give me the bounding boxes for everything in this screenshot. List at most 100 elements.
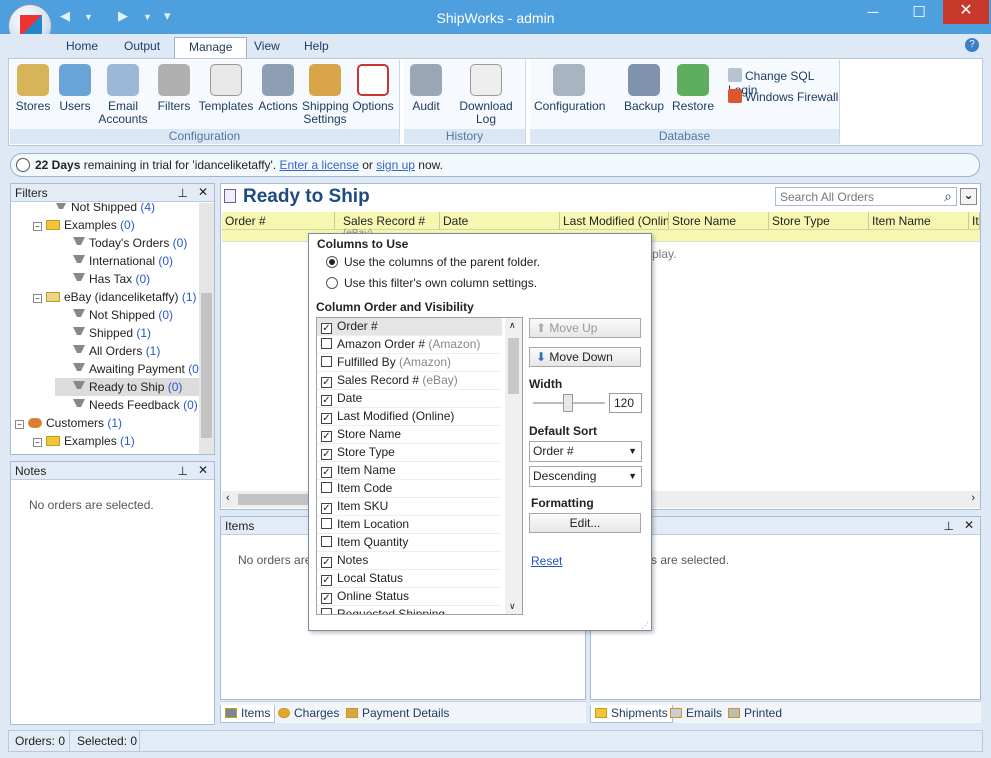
tab-shipments[interactable]: Shipments <box>590 705 673 723</box>
column-list-item[interactable]: Amazon Order # (Amazon) <box>317 336 502 354</box>
help-icon[interactable]: ? <box>965 38 979 52</box>
sort-direction-select[interactable]: Descending ▼ <box>529 466 642 487</box>
width-slider-thumb[interactable] <box>563 394 573 412</box>
tab-payment-details[interactable]: Payment Details <box>342 705 453 723</box>
dropdown-arrow-icon[interactable]: ▼ <box>84 12 93 30</box>
checkbox-unchecked-icon[interactable] <box>321 518 332 529</box>
close-panel-icon[interactable]: ✕ <box>964 518 974 532</box>
scroll-thumb[interactable] <box>238 494 318 505</box>
column-header-order[interactable]: Order # <box>222 212 335 230</box>
dropdown-arrow-icon[interactable]: ▼ <box>143 12 152 30</box>
collapse-icon[interactable]: − <box>33 222 42 231</box>
email-accounts-button[interactable]: Email Accounts <box>98 64 148 126</box>
folder-customers[interactable]: − Customers (1) <box>15 414 122 432</box>
resize-grip-icon[interactable]: ⋰ <box>641 621 649 630</box>
column-list-item[interactable]: ✓ Date <box>317 390 502 408</box>
filter-international[interactable]: International (0) <box>73 252 173 270</box>
tab-view[interactable]: View <box>240 37 294 58</box>
column-list-item[interactable]: ✓ Order # <box>317 318 502 336</box>
column-header-store-type[interactable]: Store Type <box>769 212 869 230</box>
scroll-right-icon[interactable]: › <box>971 492 975 504</box>
tab-output[interactable]: Output <box>110 37 174 58</box>
back-icon[interactable]: ◀ <box>60 8 70 26</box>
close-panel-icon[interactable]: ✕ <box>198 185 208 199</box>
column-list-item[interactable]: Item Quantity <box>317 534 502 552</box>
column-list-item[interactable]: Fulfilled By (Amazon) <box>317 354 502 372</box>
checkbox-checked-icon[interactable]: ✓ <box>321 449 332 460</box>
checkbox-checked-icon[interactable]: ✓ <box>321 323 332 334</box>
tab-home[interactable]: Home <box>52 37 112 58</box>
options-button[interactable]: Options <box>350 64 396 113</box>
tab-manage[interactable]: Manage <box>174 37 248 58</box>
checkbox-unchecked-icon[interactable] <box>321 338 332 349</box>
reset-link[interactable]: Reset <box>531 554 562 568</box>
tab-help[interactable]: Help <box>290 37 343 58</box>
column-list-item[interactable]: Requested Shipping <box>317 606 502 614</box>
checkbox-unchecked-icon[interactable] <box>321 482 332 493</box>
filter-ebay-all-orders[interactable]: All Orders (1) <box>73 342 160 360</box>
scroll-up-icon[interactable]: ∧ <box>509 320 516 331</box>
filters-scrollbar[interactable] <box>199 203 214 454</box>
backup-button[interactable]: Backup <box>622 64 666 113</box>
restore-button[interactable]: Restore <box>670 64 716 113</box>
shipping-settings-button[interactable]: Shipping Settings <box>302 64 349 126</box>
windows-firewall-button[interactable]: Windows Firewall <box>728 89 838 104</box>
folder-ebay[interactable]: − eBay (idanceliketaffy) (1) <box>33 288 197 306</box>
checkbox-checked-icon[interactable]: ✓ <box>321 575 332 586</box>
scroll-left-icon[interactable]: ‹ <box>226 492 230 504</box>
column-header-last-modified[interactable]: Last Modified (Online) <box>560 212 669 230</box>
column-list-item[interactable]: ✓ Item Name <box>317 462 502 480</box>
close-panel-icon[interactable]: ✕ <box>198 463 208 477</box>
sort-field-select[interactable]: Order # ▼ <box>529 441 642 462</box>
column-list-item[interactable]: ✓ Online Status <box>317 588 502 606</box>
minimize-button[interactable]: ─ <box>850 0 896 28</box>
filter-todays-orders[interactable]: Today's Orders (0) <box>73 234 187 252</box>
scroll-thumb[interactable] <box>201 293 212 438</box>
enter-license-link[interactable]: Enter a license <box>280 158 359 172</box>
filter-needs-feedback[interactable]: Needs Feedback (0) <box>73 396 198 414</box>
column-list-item[interactable]: Item Code <box>317 480 502 498</box>
filter-awaiting-payment[interactable]: Awaiting Payment (0) <box>73 360 199 378</box>
move-up-button[interactable]: ⬆ Move Up <box>529 318 641 338</box>
collapse-icon[interactable]: − <box>33 294 42 303</box>
checkbox-unchecked-icon[interactable] <box>321 608 332 614</box>
checkbox-checked-icon[interactable]: ✓ <box>321 557 332 568</box>
folder-examples[interactable]: − Examples (0) <box>33 216 135 234</box>
scroll-down-icon[interactable]: ∨ <box>509 601 516 612</box>
column-header-store-name[interactable]: Store Name <box>669 212 769 230</box>
collapse-icon[interactable]: − <box>15 420 24 429</box>
search-input[interactable]: Search All Orders ⌕ <box>775 187 957 206</box>
column-list-item[interactable]: Item Location <box>317 516 502 534</box>
column-list[interactable]: Requested Shipping ✓ Online Status ✓ Local S… <box>316 317 523 615</box>
users-button[interactable]: Users <box>56 64 94 113</box>
download-log-button[interactable]: Download Log <box>448 64 524 126</box>
column-list-item[interactable]: ✓ Sales Record # (eBay) <box>317 372 502 390</box>
filter-not-shipped[interactable]: Not Shipped (4) <box>55 203 155 216</box>
sign-up-link[interactable]: sign up <box>376 158 415 172</box>
audit-button[interactable]: Audit <box>406 64 446 113</box>
column-list-item[interactable]: ✓ Last Modified (Online) <box>317 408 502 426</box>
customize-qat-icon[interactable]: ▾ <box>164 8 171 26</box>
search-options-icon[interactable]: ⌄ <box>960 188 977 205</box>
forward-icon[interactable]: ▶ <box>118 8 128 26</box>
checkbox-checked-icon[interactable]: ✓ <box>321 413 332 424</box>
column-header-date[interactable]: Date <box>440 212 560 230</box>
search-icon[interactable]: ⌕ <box>944 188 952 205</box>
column-header-item[interactable]: It <box>969 212 980 230</box>
width-input[interactable]: 120 <box>609 393 642 413</box>
column-list-item[interactable]: ✓ Local Status <box>317 570 502 588</box>
tab-emails[interactable]: Emails <box>666 705 726 723</box>
column-list-item[interactable]: ✓ Store Name <box>317 426 502 444</box>
filters-button[interactable]: Filters <box>154 64 194 113</box>
filter-ebay-not-shipped[interactable]: Not Shipped (0) <box>73 306 173 324</box>
column-header-item-name[interactable]: Item Name <box>869 212 969 230</box>
checkbox-checked-icon[interactable]: ✓ <box>321 431 332 442</box>
checkbox-unchecked-icon[interactable] <box>321 536 332 547</box>
filter-ready-to-ship[interactable]: Ready to Ship (0) <box>55 378 199 396</box>
configuration-db-button[interactable]: Configuration <box>534 64 605 113</box>
stores-button[interactable]: Stores <box>14 64 52 113</box>
collapse-icon[interactable]: − <box>33 438 42 447</box>
checkbox-checked-icon[interactable]: ✓ <box>321 377 332 388</box>
checkbox-unchecked-icon[interactable] <box>321 356 332 367</box>
column-list-item[interactable]: ✓ Notes <box>317 552 502 570</box>
